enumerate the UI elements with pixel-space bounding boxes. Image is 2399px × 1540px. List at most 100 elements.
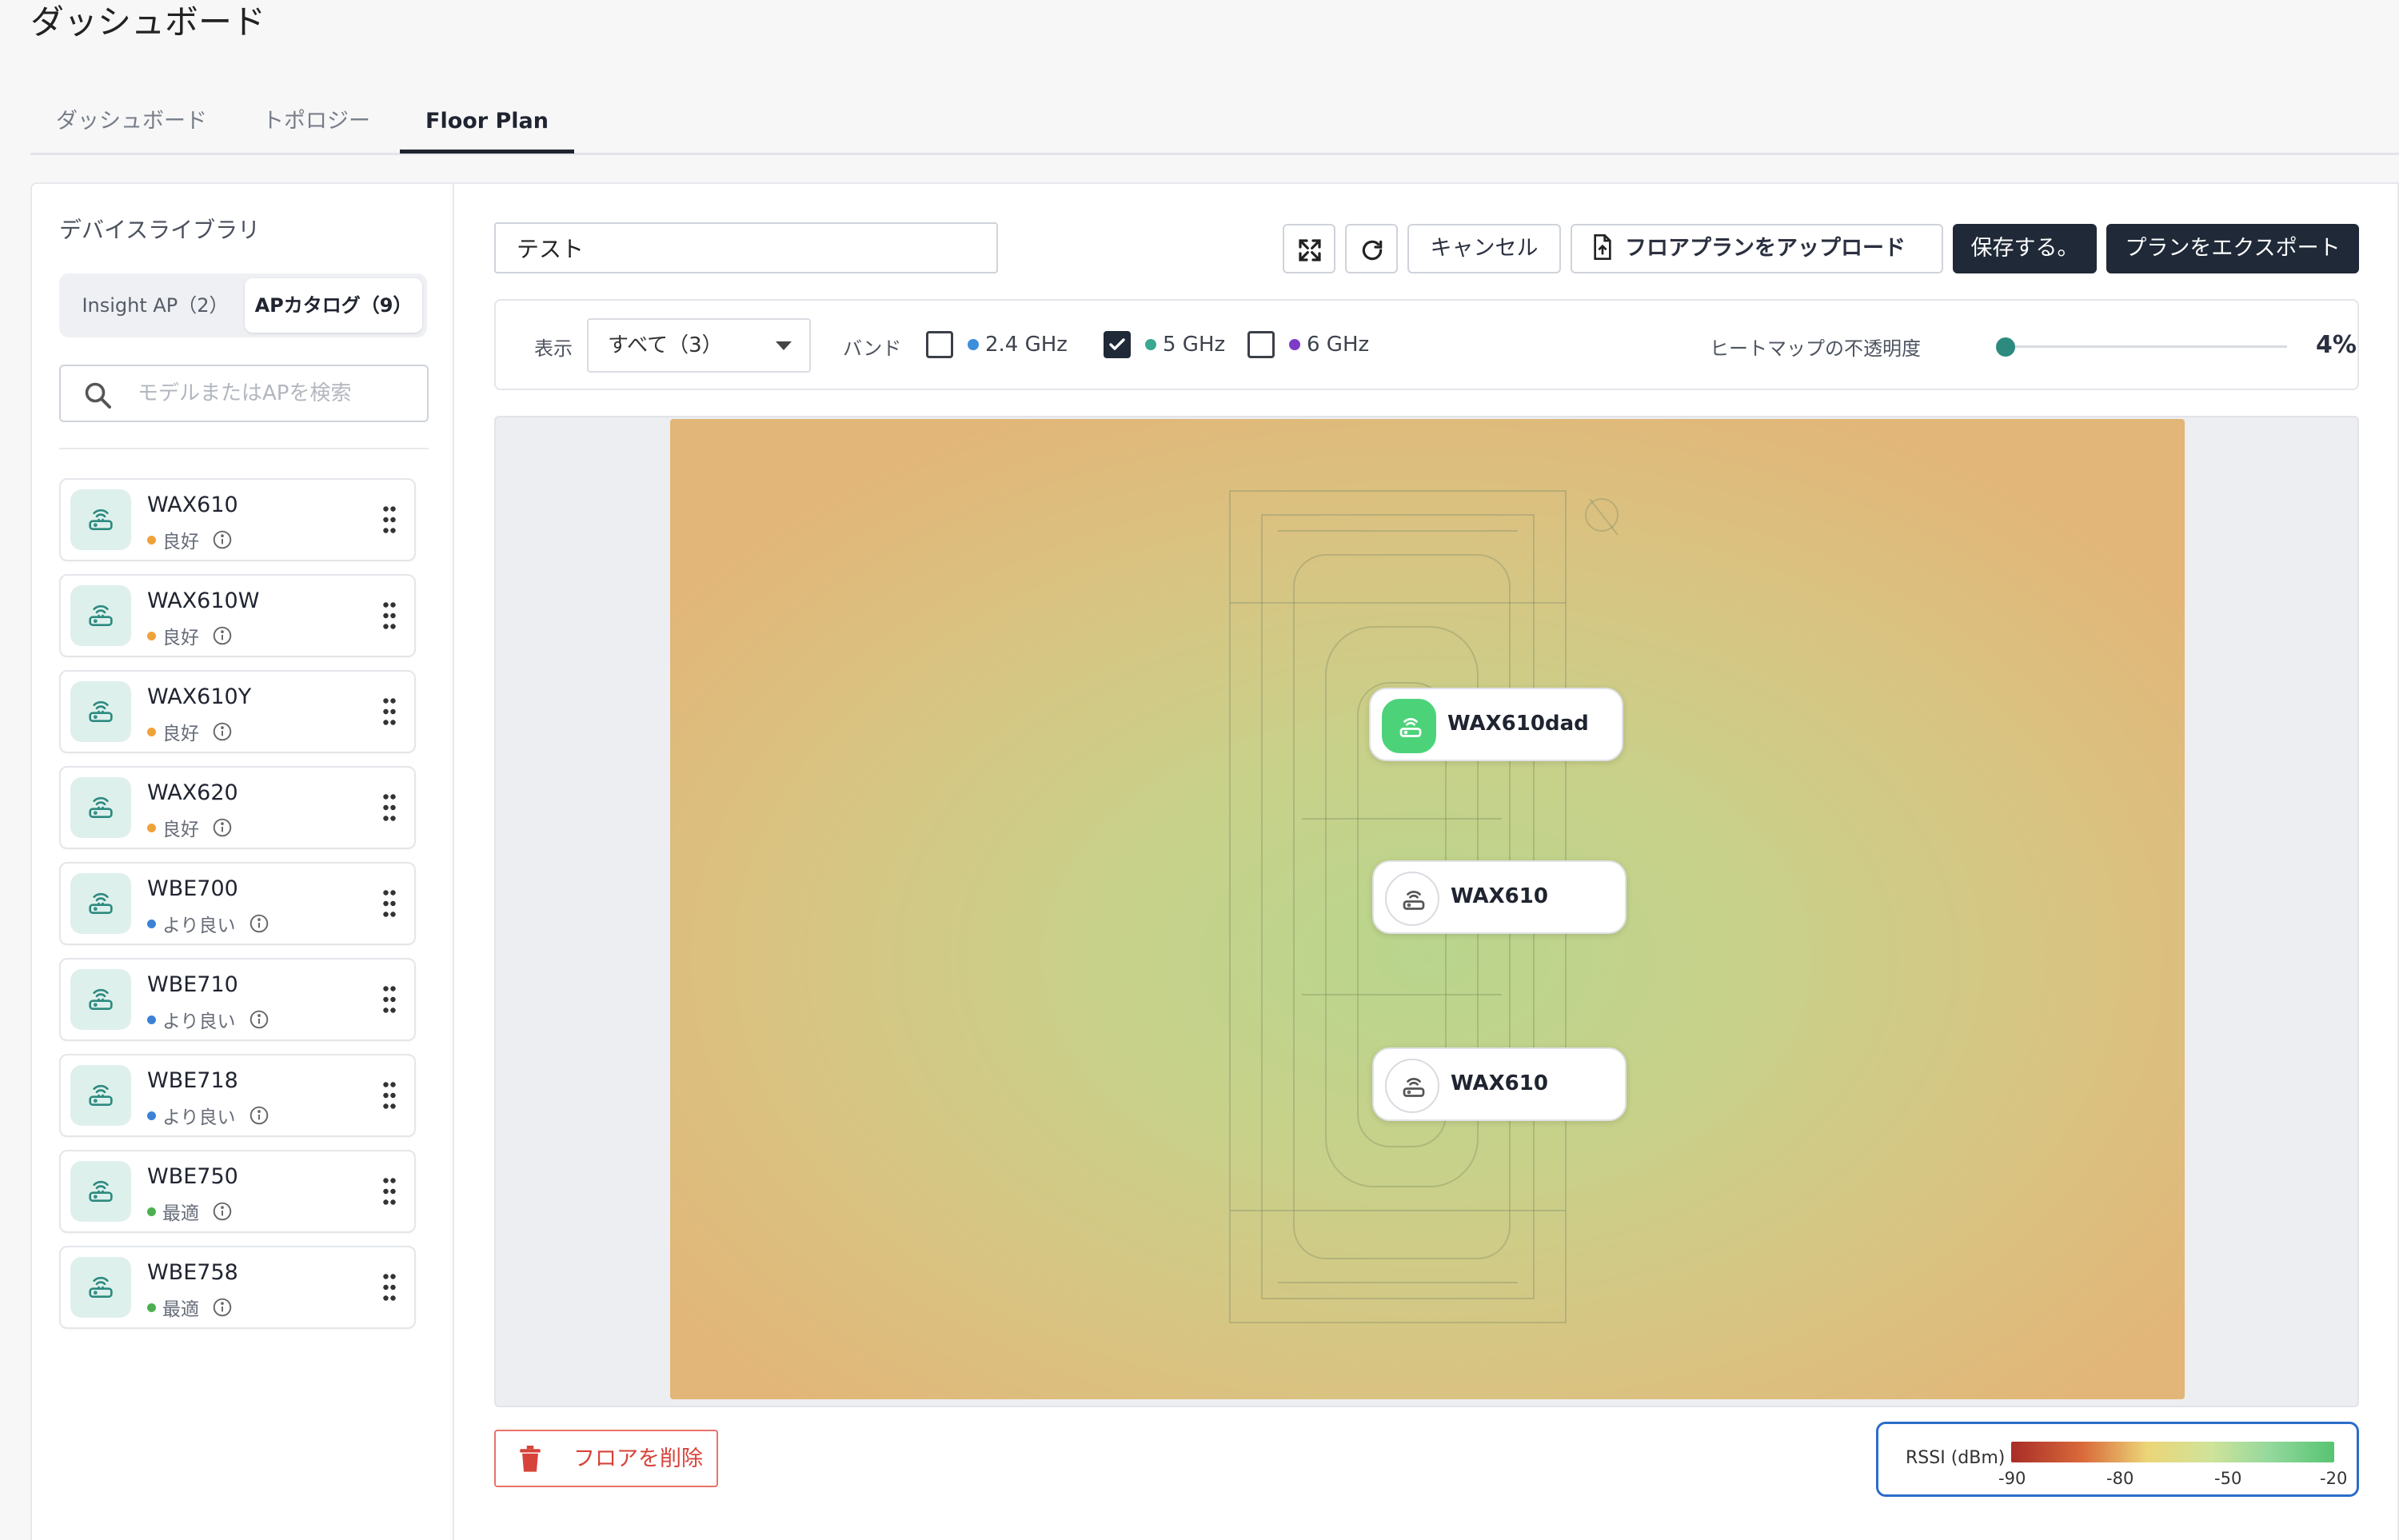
placed-ap-marker[interactable]: WAX610	[1372, 860, 1627, 934]
drag-handle-icon[interactable]	[382, 793, 397, 822]
opacity-value: 4%	[2316, 331, 2357, 359]
floor-name-input[interactable]	[494, 222, 998, 273]
ap-icon-box	[70, 873, 131, 934]
status-dot	[147, 631, 156, 640]
info-icon[interactable]	[249, 1105, 269, 1126]
ap-icon-box	[70, 1257, 131, 1318]
ap-catalog-item[interactable]: WBE700 より良い	[59, 862, 416, 945]
ap-model-name: WBE710	[147, 972, 238, 997]
ap-status: より良い	[147, 910, 269, 937]
drag-handle-icon[interactable]	[382, 601, 397, 630]
ap-status: より良い	[147, 1102, 269, 1129]
ap-model-name: WBE718	[147, 1068, 238, 1093]
status-dot	[147, 1303, 156, 1312]
ap-model-name: WBE700	[147, 876, 238, 901]
cancel-button[interactable]: キャンセル	[1407, 224, 1561, 273]
ap-status: 最適	[147, 1198, 233, 1225]
expand-icon	[1299, 239, 1321, 261]
ap-catalog-item[interactable]: WAX610Y 良好	[59, 670, 416, 753]
drag-handle-icon[interactable]	[382, 889, 397, 918]
drag-handle-icon[interactable]	[382, 1177, 397, 1206]
band-6ghz-text: 6 GHz	[1307, 333, 1370, 357]
band-2-4ghz-checkbox[interactable]	[926, 331, 953, 358]
ap-status-text: より良い	[162, 1011, 236, 1032]
segment-insight-ap[interactable]: Insight AP（2）	[64, 278, 246, 333]
access-point-icon	[89, 796, 113, 818]
ap-icon-box	[70, 489, 131, 550]
save-button[interactable]: 保存する。	[1953, 224, 2097, 273]
ap-icon-box	[70, 969, 131, 1030]
band-5ghz-checkbox[interactable]	[1104, 331, 1131, 358]
library-segmented-control: Insight AP（2） APカタログ（9）	[59, 273, 427, 337]
info-icon[interactable]	[212, 817, 233, 838]
info-icon[interactable]	[249, 1009, 269, 1030]
drag-handle-icon[interactable]	[382, 697, 397, 726]
drag-handle-icon[interactable]	[382, 985, 397, 1014]
info-icon[interactable]	[212, 625, 233, 646]
ap-catalog-item[interactable]: WBE710 より良い	[59, 958, 416, 1041]
placed-ap-marker[interactable]: WAX610dad	[1369, 688, 1623, 761]
search-input[interactable]	[138, 374, 409, 413]
upload-label: フロアプランをアップロード	[1625, 236, 1906, 261]
ap-catalog-item[interactable]: WAX610 良好	[59, 478, 416, 561]
opacity-slider-thumb[interactable]	[1996, 337, 2015, 357]
drag-handle-icon[interactable]	[382, 1081, 397, 1110]
ap-catalog-item[interactable]: WBE718 より良い	[59, 1054, 416, 1137]
export-plan-button[interactable]: プランをエクスポート	[2106, 224, 2359, 273]
access-point-icon	[1399, 718, 1422, 737]
info-icon[interactable]	[212, 1297, 233, 1318]
search-icon	[85, 382, 111, 409]
filter-bar: 表示 すべて（3） バンド 2.4 GHz 5 GHz 6 GHz ヒートマップ…	[494, 299, 2359, 390]
trash-icon	[520, 1446, 541, 1472]
tab-floor-plan[interactable]: Floor Plan	[400, 98, 574, 154]
refresh-button[interactable]	[1345, 224, 1398, 273]
access-point-icon	[89, 1084, 113, 1106]
ap-status-text: 良好	[162, 532, 199, 553]
tab-topology[interactable]: トポロジー	[262, 98, 370, 154]
ap-catalog-item[interactable]: WAX610W 良好	[59, 574, 416, 657]
access-point-icon	[89, 604, 113, 626]
status-dot	[147, 823, 156, 832]
status-dot	[147, 535, 156, 545]
heatmap-opacity-label: ヒートマップの不透明度	[1710, 337, 1921, 360]
ap-icon-box	[70, 585, 131, 646]
legend-tick: -90	[1998, 1469, 2026, 1488]
access-point-icon	[89, 700, 113, 722]
ap-catalog-item[interactable]: WAX620 良好	[59, 766, 416, 849]
file-upload-icon	[1594, 234, 1611, 260]
ap-status-text: 良好	[162, 820, 199, 840]
access-point-icon	[89, 988, 113, 1010]
floor-plan-canvas[interactable]: WAX610dad WAX610 WAX610	[494, 416, 2359, 1407]
upload-floor-plan-button[interactable]: フロアプランをアップロード	[1571, 224, 1943, 273]
legend-tick: -20	[2320, 1469, 2348, 1488]
ap-catalog-item[interactable]: WBE750 最適	[59, 1150, 416, 1233]
ap-icon-box	[70, 777, 131, 838]
tab-bar: ダッシュボード トポロジー Floor Plan	[30, 90, 2399, 155]
rssi-legend: RSSI (dBm) -90 -80 -50 -20	[1876, 1422, 2359, 1497]
fullscreen-button[interactable]	[1283, 224, 1335, 273]
device-library-panel: デバイスライブラリ Insight AP（2） APカタログ（9） WAX610…	[30, 182, 454, 1540]
info-icon[interactable]	[212, 529, 233, 550]
band-6ghz-checkbox[interactable]	[1247, 331, 1275, 358]
segment-ap-catalog[interactable]: APカタログ（9）	[245, 278, 422, 333]
info-icon[interactable]	[249, 913, 269, 934]
ap-catalog-item[interactable]: WBE758 最適	[59, 1246, 416, 1329]
opacity-slider-track[interactable]	[2007, 345, 2287, 348]
library-divider	[59, 448, 429, 449]
chevron-down-icon	[776, 341, 792, 350]
status-dot	[147, 919, 156, 928]
ap-status: 最適	[147, 1294, 233, 1321]
info-icon[interactable]	[212, 1201, 233, 1222]
delete-floor-label: フロアを削除	[573, 1446, 703, 1470]
drag-handle-icon[interactable]	[382, 505, 397, 534]
placed-ap-marker[interactable]: WAX610	[1372, 1047, 1627, 1121]
heatmap: WAX610dad WAX610 WAX610	[670, 419, 2185, 1399]
info-icon[interactable]	[212, 721, 233, 742]
ap-model-name: WAX610Y	[147, 684, 252, 709]
display-select[interactable]: すべて（3）	[587, 318, 811, 373]
tab-dashboard[interactable]: ダッシュボード	[56, 98, 207, 154]
ap-marker-label: WAX610dad	[1447, 712, 1589, 736]
ap-model-name: WAX610	[147, 493, 238, 517]
drag-handle-icon[interactable]	[382, 1273, 397, 1302]
delete-floor-button[interactable]: フロアを削除	[494, 1430, 718, 1487]
